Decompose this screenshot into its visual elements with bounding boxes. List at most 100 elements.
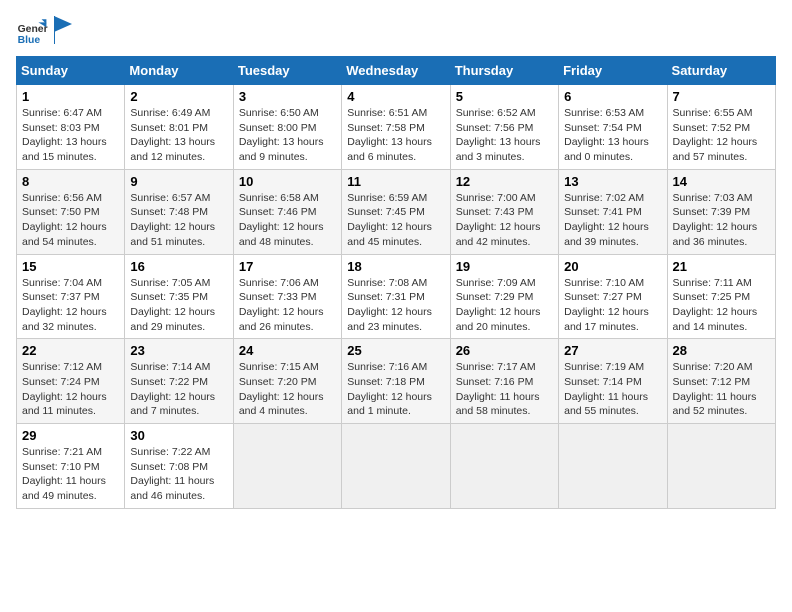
- calendar-cell: 12 Sunrise: 7:00 AMSunset: 7:43 PMDayligh…: [450, 169, 558, 254]
- calendar-cell: 13 Sunrise: 7:02 AMSunset: 7:41 PMDayligh…: [559, 169, 667, 254]
- calendar-cell: [342, 424, 450, 509]
- calendar-table: SundayMondayTuesdayWednesdayThursdayFrid…: [16, 56, 776, 509]
- day-number: 2: [130, 89, 227, 104]
- day-number: 8: [22, 174, 119, 189]
- day-number: 17: [239, 259, 336, 274]
- page-header: General Blue: [16, 16, 776, 48]
- day-number: 9: [130, 174, 227, 189]
- calendar-cell: 5Sunrise: 6:52 AMSunset: 7:56 PMDaylight…: [450, 85, 558, 170]
- calendar-cell: 27Sunrise: 7:19 AMSunset: 7:14 PMDayligh…: [559, 339, 667, 424]
- svg-text:General: General: [18, 24, 48, 35]
- calendar-cell: 28 Sunrise: 7:20 AMSunset: 7:12 PMDayligh…: [667, 339, 775, 424]
- day-info: Sunrise: 6:53 AMSunset: 7:54 PMDaylight:…: [564, 106, 661, 165]
- day-number: 13: [564, 174, 661, 189]
- weekday-header-sunday: Sunday: [17, 57, 125, 85]
- logo: General Blue: [16, 16, 72, 48]
- day-info: Sunrise: 6:50 AMSunset: 8:00 PMDaylight:…: [239, 106, 336, 165]
- calendar-cell: 4Sunrise: 6:51 AMSunset: 7:58 PMDaylight…: [342, 85, 450, 170]
- calendar-cell: 30 Sunrise: 7:22 AMSunset: 7:08 PMDayligh…: [125, 424, 233, 509]
- day-info: Sunrise: 7:04 AMSunset: 7:37 PMDaylight:…: [22, 276, 119, 335]
- day-number: 6: [564, 89, 661, 104]
- calendar-cell: [233, 424, 341, 509]
- calendar-cell: 23 Sunrise: 7:14 AMSunset: 7:22 PMDayligh…: [125, 339, 233, 424]
- day-number: 16: [130, 259, 227, 274]
- calendar-cell: 15 Sunrise: 7:04 AMSunset: 7:37 PMDayligh…: [17, 254, 125, 339]
- calendar-cell: 6 Sunrise: 6:53 AMSunset: 7:54 PMDaylight…: [559, 85, 667, 170]
- calendar-cell: 17 Sunrise: 7:06 AMSunset: 7:33 PMDayligh…: [233, 254, 341, 339]
- calendar-cell: [559, 424, 667, 509]
- calendar-week-1: 1 Sunrise: 6:47 AMSunset: 8:03 PMDaylight…: [17, 85, 776, 170]
- calendar-cell: 19Sunrise: 7:09 AMSunset: 7:29 PMDayligh…: [450, 254, 558, 339]
- logo-flag-icon: [54, 16, 72, 44]
- calendar-cell: 18 Sunrise: 7:08 AMSunset: 7:31 PMDayligh…: [342, 254, 450, 339]
- day-info: Sunrise: 7:08 AMSunset: 7:31 PMDaylight:…: [347, 276, 444, 335]
- day-info: Sunrise: 6:58 AMSunset: 7:46 PMDaylight:…: [239, 191, 336, 250]
- day-number: 28: [673, 343, 770, 358]
- day-number: 15: [22, 259, 119, 274]
- calendar-cell: 21 Sunrise: 7:11 AMSunset: 7:25 PMDayligh…: [667, 254, 775, 339]
- day-info: Sunrise: 7:14 AMSunset: 7:22 PMDaylight:…: [130, 360, 227, 419]
- day-info: Sunrise: 7:06 AMSunset: 7:33 PMDaylight:…: [239, 276, 336, 335]
- day-info: Sunrise: 7:12 AMSunset: 7:24 PMDaylight:…: [22, 360, 119, 419]
- day-info: Sunrise: 7:22 AMSunset: 7:08 PMDaylight:…: [130, 445, 227, 504]
- svg-text:Blue: Blue: [18, 35, 41, 46]
- day-number: 22: [22, 343, 119, 358]
- day-info: Sunrise: 6:49 AMSunset: 8:01 PMDaylight:…: [130, 106, 227, 165]
- weekday-header-row: SundayMondayTuesdayWednesdayThursdayFrid…: [17, 57, 776, 85]
- day-number: 1: [22, 89, 119, 104]
- calendar-cell: 29 Sunrise: 7:21 AMSunset: 7:10 PMDayligh…: [17, 424, 125, 509]
- day-number: 25: [347, 343, 444, 358]
- day-info: Sunrise: 6:59 AMSunset: 7:45 PMDaylight:…: [347, 191, 444, 250]
- day-info: Sunrise: 7:15 AMSunset: 7:20 PMDaylight:…: [239, 360, 336, 419]
- calendar-cell: 25 Sunrise: 7:16 AMSunset: 7:18 PMDayligh…: [342, 339, 450, 424]
- day-number: 27: [564, 343, 661, 358]
- day-number: 3: [239, 89, 336, 104]
- calendar-cell: 16Sunrise: 7:05 AMSunset: 7:35 PMDayligh…: [125, 254, 233, 339]
- day-number: 29: [22, 428, 119, 443]
- weekday-header-friday: Friday: [559, 57, 667, 85]
- calendar-cell: 7 Sunrise: 6:55 AMSunset: 7:52 PMDaylight…: [667, 85, 775, 170]
- day-info: Sunrise: 6:57 AMSunset: 7:48 PMDaylight:…: [130, 191, 227, 250]
- day-number: 7: [673, 89, 770, 104]
- calendar-cell: 14Sunrise: 7:03 AMSunset: 7:39 PMDayligh…: [667, 169, 775, 254]
- day-info: Sunrise: 7:02 AMSunset: 7:41 PMDaylight:…: [564, 191, 661, 250]
- logo-icon: General Blue: [16, 16, 48, 48]
- day-number: 23: [130, 343, 227, 358]
- day-number: 12: [456, 174, 553, 189]
- day-info: Sunrise: 7:17 AMSunset: 7:16 PMDaylight:…: [456, 360, 553, 419]
- day-number: 20: [564, 259, 661, 274]
- day-info: Sunrise: 6:55 AMSunset: 7:52 PMDaylight:…: [673, 106, 770, 165]
- calendar-cell: 8 Sunrise: 6:56 AMSunset: 7:50 PMDaylight…: [17, 169, 125, 254]
- day-info: Sunrise: 7:10 AMSunset: 7:27 PMDaylight:…: [564, 276, 661, 335]
- day-info: Sunrise: 7:11 AMSunset: 7:25 PMDaylight:…: [673, 276, 770, 335]
- day-number: 10: [239, 174, 336, 189]
- calendar-week-5: 29 Sunrise: 7:21 AMSunset: 7:10 PMDayligh…: [17, 424, 776, 509]
- calendar-cell: 11Sunrise: 6:59 AMSunset: 7:45 PMDayligh…: [342, 169, 450, 254]
- day-number: 30: [130, 428, 227, 443]
- day-info: Sunrise: 7:09 AMSunset: 7:29 PMDaylight:…: [456, 276, 553, 335]
- day-info: Sunrise: 7:20 AMSunset: 7:12 PMDaylight:…: [673, 360, 770, 419]
- weekday-header-saturday: Saturday: [667, 57, 775, 85]
- day-info: Sunrise: 6:47 AMSunset: 8:03 PMDaylight:…: [22, 106, 119, 165]
- calendar-cell: 22 Sunrise: 7:12 AMSunset: 7:24 PMDayligh…: [17, 339, 125, 424]
- day-number: 18: [347, 259, 444, 274]
- day-info: Sunrise: 7:00 AMSunset: 7:43 PMDaylight:…: [456, 191, 553, 250]
- day-info: Sunrise: 7:16 AMSunset: 7:18 PMDaylight:…: [347, 360, 444, 419]
- day-number: 14: [673, 174, 770, 189]
- calendar-cell: 24 Sunrise: 7:15 AMSunset: 7:20 PMDayligh…: [233, 339, 341, 424]
- day-info: Sunrise: 7:21 AMSunset: 7:10 PMDaylight:…: [22, 445, 119, 504]
- day-number: 26: [456, 343, 553, 358]
- day-info: Sunrise: 6:56 AMSunset: 7:50 PMDaylight:…: [22, 191, 119, 250]
- day-number: 5: [456, 89, 553, 104]
- calendar-cell: 3 Sunrise: 6:50 AMSunset: 8:00 PMDaylight…: [233, 85, 341, 170]
- calendar-cell: [667, 424, 775, 509]
- calendar-week-2: 8 Sunrise: 6:56 AMSunset: 7:50 PMDaylight…: [17, 169, 776, 254]
- day-number: 21: [673, 259, 770, 274]
- day-number: 24: [239, 343, 336, 358]
- calendar-cell: 26 Sunrise: 7:17 AMSunset: 7:16 PMDayligh…: [450, 339, 558, 424]
- calendar-cell: 1 Sunrise: 6:47 AMSunset: 8:03 PMDaylight…: [17, 85, 125, 170]
- weekday-header-tuesday: Tuesday: [233, 57, 341, 85]
- calendar-cell: 9 Sunrise: 6:57 AMSunset: 7:48 PMDaylight…: [125, 169, 233, 254]
- weekday-header-wednesday: Wednesday: [342, 57, 450, 85]
- day-number: 4: [347, 89, 444, 104]
